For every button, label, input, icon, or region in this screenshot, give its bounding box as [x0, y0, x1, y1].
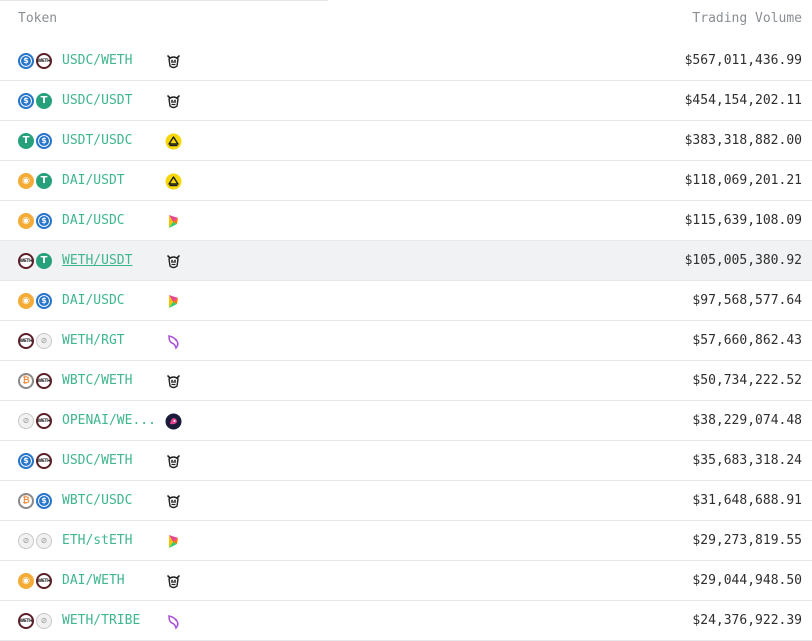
weth-token-icon: WETH: [18, 613, 34, 629]
table-row[interactable]: ◉ T DAI/USDT $118,069,201.21: [0, 161, 812, 201]
trading-volume-value: $50,734,222.52: [692, 373, 802, 388]
generic-token-icon: ⊘: [36, 533, 52, 549]
table-row[interactable]: ₿ $ WBTC/USDC $31,648,688.91: [0, 481, 812, 521]
trading-volume-value: $118,069,201.21: [684, 173, 802, 188]
balancer-icon: [165, 533, 182, 550]
pairs-table: $ WETH USDC/WETH $567,011,436.99 $ T USDC/USDT…: [0, 41, 812, 641]
pair-link[interactable]: WETH/RGT: [62, 333, 158, 348]
trading-volume-value: $31,648,688.91: [692, 493, 802, 508]
wbtc-token-icon: ₿: [18, 373, 34, 389]
pair-link[interactable]: DAI/USDC: [62, 293, 158, 308]
pair-link[interactable]: USDC/WETH: [62, 53, 158, 68]
weth-token-icon: WETH: [18, 333, 34, 349]
trading-volume-value: $105,005,380.92: [684, 253, 802, 268]
trading-volume-value: $35,683,318.24: [692, 453, 802, 468]
pair-link[interactable]: DAI/WETH: [62, 573, 158, 588]
usdc-token-icon: $: [36, 493, 52, 509]
generic-token-icon: ⊘: [36, 613, 52, 629]
balancer-icon: [165, 213, 182, 230]
table-row[interactable]: $ WETH USDC/WETH $35,683,318.24: [0, 441, 812, 481]
column-header-token[interactable]: Token: [18, 11, 57, 26]
trading-volume-value: $29,044,948.50: [692, 573, 802, 588]
usdc-token-icon: $: [36, 293, 52, 309]
trading-volume-value: $567,011,436.99: [684, 53, 802, 68]
weth-token-icon: WETH: [36, 413, 52, 429]
trading-volume-value: $115,639,108.09: [684, 213, 802, 228]
usdt-token-icon: T: [36, 173, 52, 189]
trading-volume-value: $454,154,202.11: [684, 93, 802, 108]
dai-token-icon: ◉: [18, 293, 34, 309]
curve-icon: [165, 133, 182, 150]
trading-volume-value: $383,318,882.00: [684, 133, 802, 148]
usdt-token-icon: T: [36, 253, 52, 269]
pair-link[interactable]: USDC/USDT: [62, 93, 158, 108]
weth-token-icon: WETH: [36, 573, 52, 589]
usdc-token-icon: $: [36, 133, 52, 149]
trading-volume-value: $57,660,862.43: [692, 333, 802, 348]
pair-link[interactable]: OPENAI/WE...: [62, 413, 158, 428]
shibaswap-icon: [165, 413, 182, 430]
table-row[interactable]: $ T USDC/USDT $454,154,202.11: [0, 81, 812, 121]
sushiswap-icon: [165, 373, 182, 390]
table-row[interactable]: T $ USDT/USDC $383,318,882.00: [0, 121, 812, 161]
table-header: Token Trading Volume: [0, 0, 812, 41]
trading-volume-value: $24,376,922.39: [692, 613, 802, 628]
balancer-icon: [165, 293, 182, 310]
pair-link[interactable]: USDC/WETH: [62, 453, 158, 468]
sushiswap-icon: [165, 53, 182, 70]
table-row[interactable]: ₿ WETH WBTC/WETH $50,734,222.52: [0, 361, 812, 401]
trading-volume-value: $97,568,577.64: [692, 293, 802, 308]
pair-link[interactable]: WBTC/USDC: [62, 493, 158, 508]
table-row[interactable]: WETH ⊘ WETH/TRIBE $24,376,922.39: [0, 601, 812, 641]
trading-volume-value: $29,273,819.55: [692, 533, 802, 548]
usdt-token-icon: T: [18, 133, 34, 149]
table-row[interactable]: WETH ⊘ WETH/RGT $57,660,862.43: [0, 321, 812, 361]
weth-token-icon: WETH: [36, 53, 52, 69]
table-row[interactable]: ◉ WETH DAI/WETH $29,044,948.50: [0, 561, 812, 601]
generic-token-icon: ⊘: [18, 533, 34, 549]
table-row[interactable]: ◉ $ DAI/USDC $97,568,577.64: [0, 281, 812, 321]
pair-link[interactable]: WBTC/WETH: [62, 373, 158, 388]
wbtc-token-icon: ₿: [18, 493, 34, 509]
sushiswap-icon: [165, 573, 182, 590]
pair-link[interactable]: USDT/USDC: [62, 133, 158, 148]
trading-volume-value: $38,229,074.48: [692, 413, 802, 428]
pair-link[interactable]: DAI/USDC: [62, 213, 158, 228]
table-row[interactable]: $ WETH USDC/WETH $567,011,436.99: [0, 41, 812, 81]
sushiswap-icon: [165, 493, 182, 510]
weth-token-icon: WETH: [36, 453, 52, 469]
uniswap-icon: [165, 613, 182, 630]
table-row[interactable]: ⊘ ⊘ ETH/stETH $29,273,819.55: [0, 521, 812, 561]
column-header-trading-volume[interactable]: Trading Volume: [692, 11, 802, 26]
curve-icon: [165, 173, 182, 190]
sushiswap-icon: [165, 93, 182, 110]
dai-token-icon: ◉: [18, 173, 34, 189]
sushiswap-icon: [165, 453, 182, 470]
usdc-token-icon: $: [18, 53, 34, 69]
pair-link[interactable]: DAI/USDT: [62, 173, 158, 188]
pair-link[interactable]: ETH/stETH: [62, 533, 158, 548]
dai-token-icon: ◉: [18, 573, 34, 589]
table-row[interactable]: ◉ $ DAI/USDC $115,639,108.09: [0, 201, 812, 241]
usdt-token-icon: T: [36, 93, 52, 109]
pair-link[interactable]: WETH/USDT: [62, 253, 158, 268]
sushiswap-icon: [165, 253, 182, 270]
table-row[interactable]: WETH T WETH/USDT $105,005,380.92: [0, 241, 812, 281]
usdc-token-icon: $: [18, 453, 34, 469]
usdc-token-icon: $: [18, 93, 34, 109]
weth-token-icon: WETH: [18, 253, 34, 269]
generic-token-icon: ⊘: [18, 413, 34, 429]
usdc-token-icon: $: [36, 213, 52, 229]
uniswap-icon: [165, 333, 182, 350]
pair-link[interactable]: WETH/TRIBE: [62, 613, 158, 628]
generic-token-icon: ⊘: [36, 333, 52, 349]
dai-token-icon: ◉: [18, 213, 34, 229]
weth-token-icon: WETH: [36, 373, 52, 389]
table-row[interactable]: ⊘ WETH OPENAI/WE... $38,229,074.48: [0, 401, 812, 441]
